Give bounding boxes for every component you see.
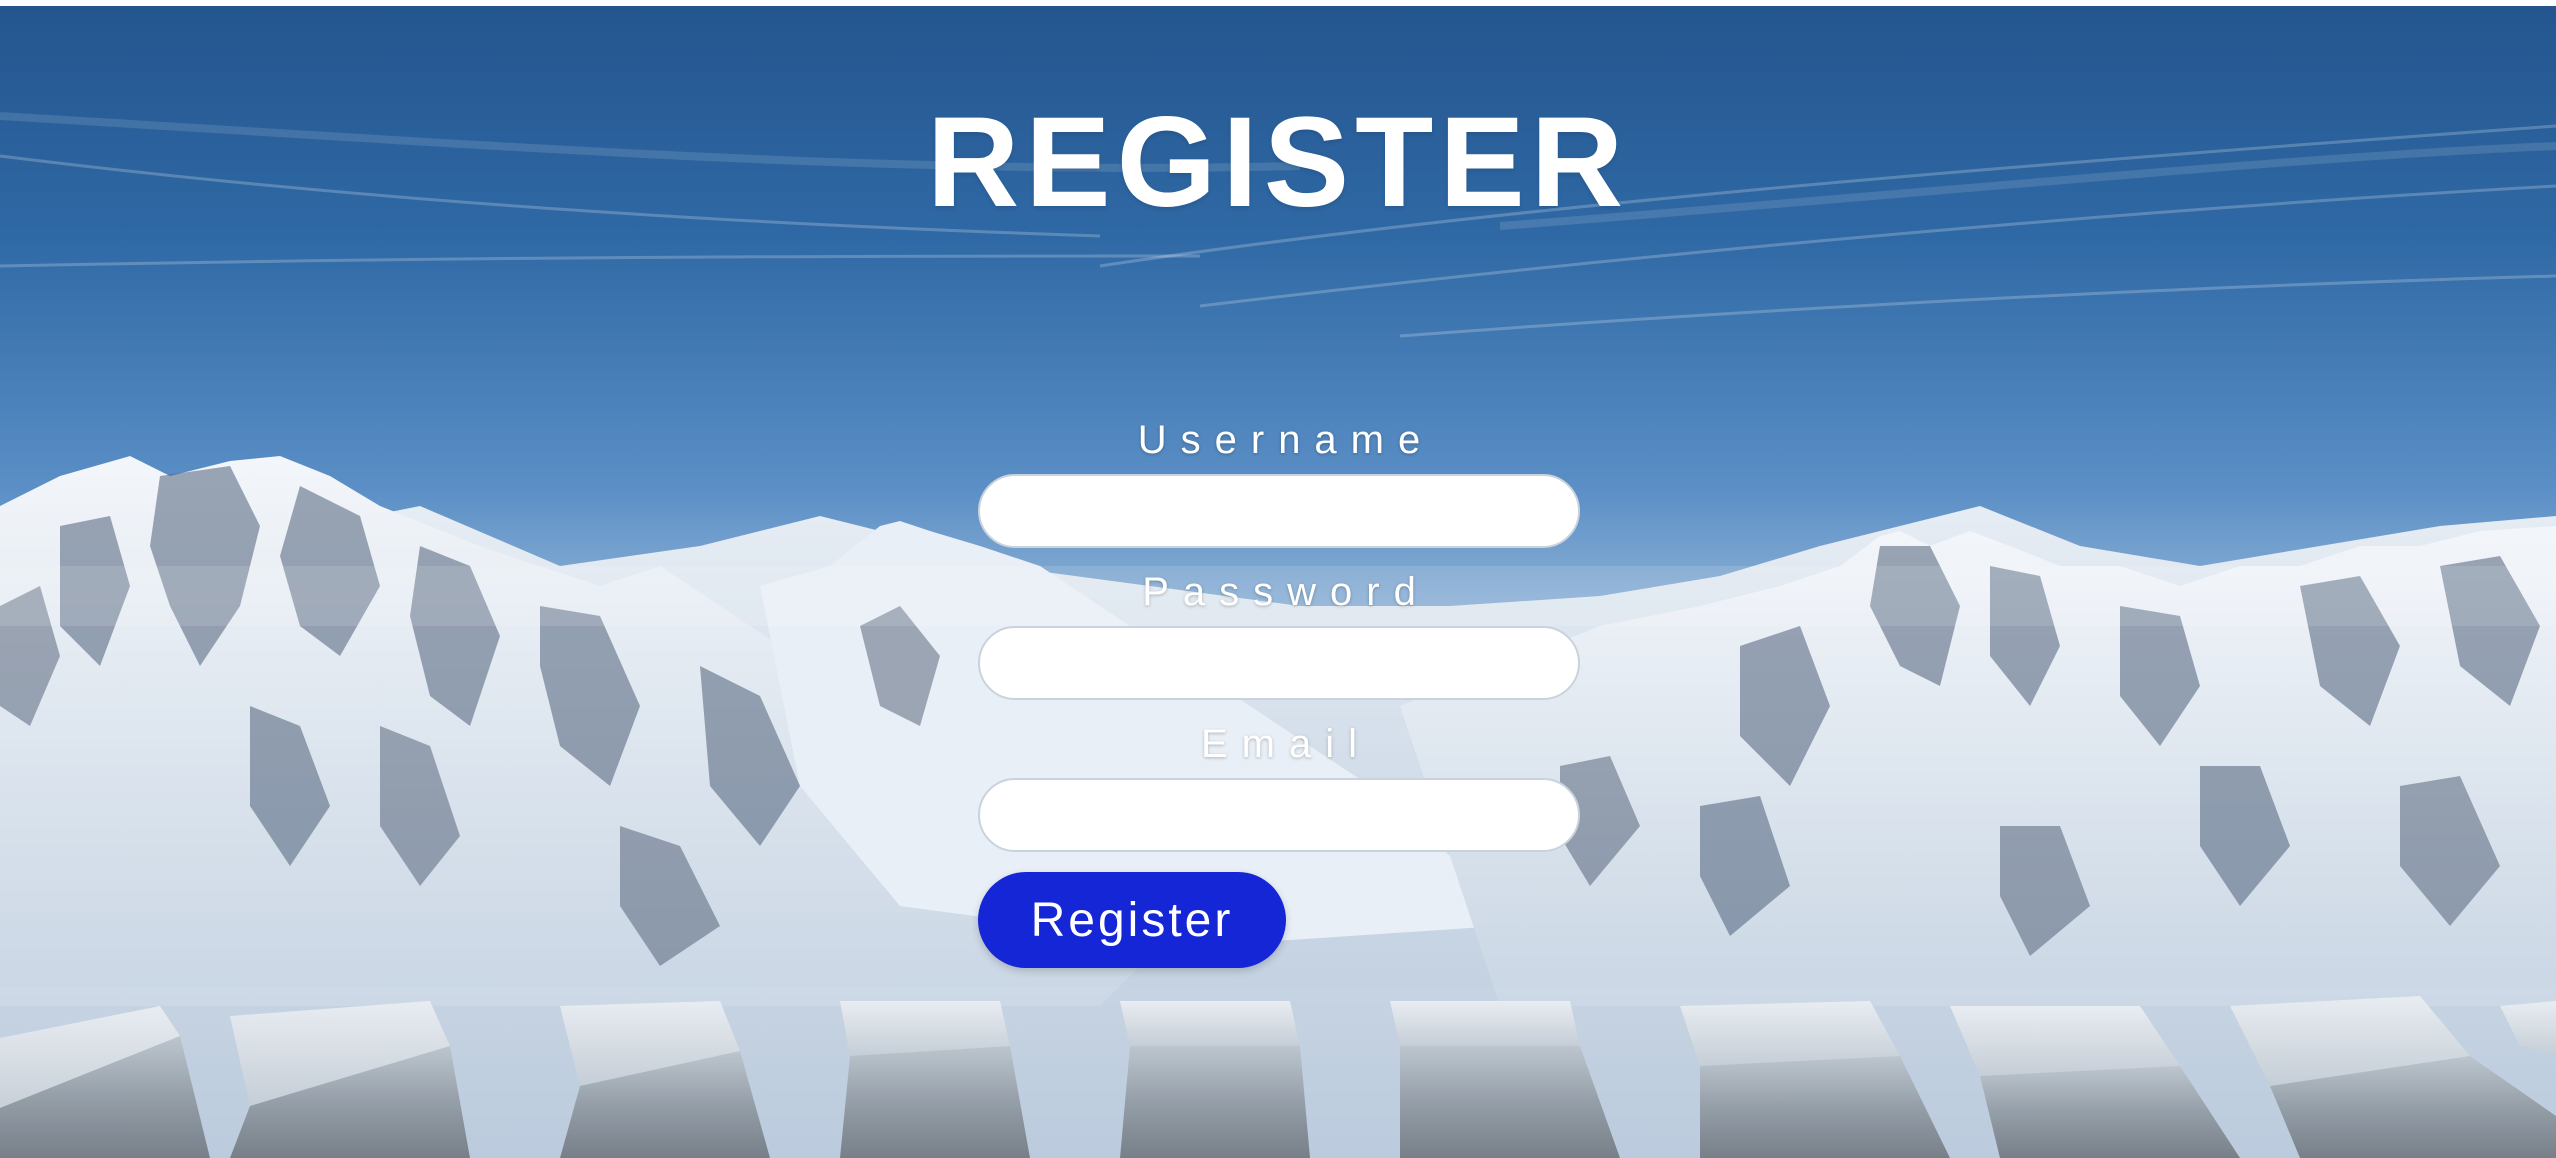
register-page: REGISTER Username Password Email Registe… xyxy=(0,0,2556,1158)
register-form: Username Password Email Register xyxy=(978,416,1580,968)
username-label: Username xyxy=(1137,418,1435,462)
email-input[interactable] xyxy=(978,778,1580,852)
page-title: REGISTER xyxy=(926,91,1630,234)
username-input[interactable] xyxy=(978,474,1580,548)
email-label: Email xyxy=(1200,722,1372,766)
password-label: Password xyxy=(1142,570,1430,614)
background-scene: REGISTER Username Password Email Registe… xyxy=(0,6,2556,1158)
register-button[interactable]: Register xyxy=(978,872,1286,968)
password-input[interactable] xyxy=(978,626,1580,700)
